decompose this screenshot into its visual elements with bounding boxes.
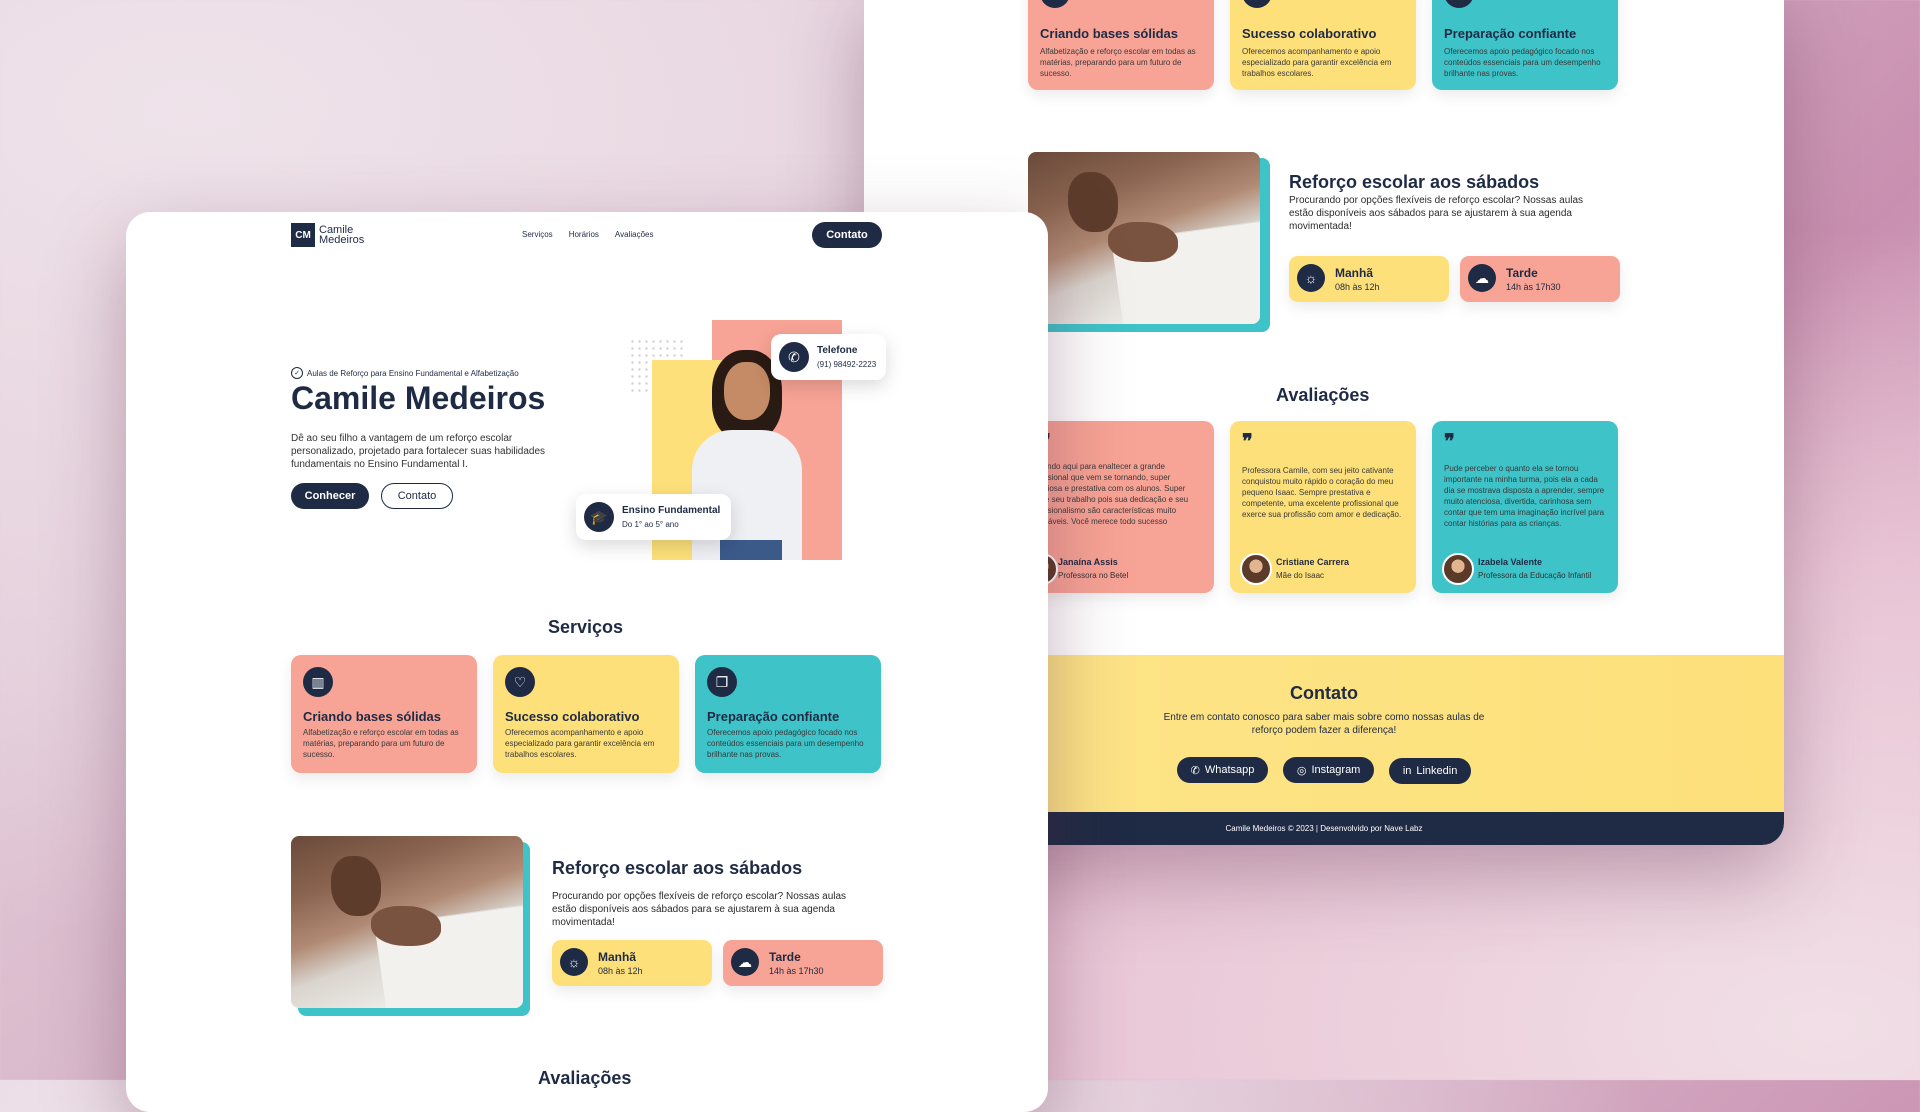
nav-item-avaliacoes[interactable]: Avaliações [615, 230, 654, 239]
service-title: Criando bases sólidas [303, 709, 441, 724]
service-text: Oferecemos apoio pedagógico focado nos c… [1444, 47, 1601, 78]
service-card: ♡ Sucesso colaborativo Oferecemos acompa… [493, 655, 679, 773]
reviewer-name: Cristiane Carrera [1276, 557, 1350, 567]
whatsapp-button[interactable]: ✆ Whatsapp [1176, 757, 1269, 783]
quote-icon: ❞ [1444, 431, 1455, 453]
slot-time: 08h às 12h [1335, 282, 1380, 292]
hero-tagline: Aulas de Reforço para Ensino Fundamental… [307, 368, 519, 378]
copy-icon: ❐ [707, 667, 737, 697]
contact-text: Entre em contato conosco para saber mais… [1163, 712, 1485, 736]
level-value: Do 1° ao 5° ano [622, 520, 679, 529]
slot-afternoon: ☁ Tarde 14h às 17h30 [723, 940, 883, 986]
reviews-title: Avaliações [1276, 385, 1370, 405]
reviews-title: Avaliações [538, 1068, 632, 1088]
hero-tagline-row: ✓ Aulas de Reforço para Ensino Fundament… [291, 367, 519, 379]
phone-card[interactable]: ✆ Telefone (91) 98492-2223 [771, 334, 886, 380]
slot-morning: ☼ Manhã 08h às 12h [552, 940, 712, 986]
reviewer-role: Professora da Educação Infantil [1478, 571, 1592, 580]
phone-label: Telefone [817, 345, 858, 356]
review-text: Professora Camile, com seu jeito cativan… [1242, 466, 1402, 519]
service-card: ❐ Preparação confiante Oferecemos apoio … [695, 655, 881, 773]
service-title: Criando bases sólidas [1040, 26, 1178, 41]
level-label: Ensino Fundamental [622, 505, 721, 516]
conhecer-button[interactable]: Conhecer [291, 483, 369, 509]
linkedin-button[interactable]: in Linkedin [1388, 757, 1472, 784]
service-text: Oferecemos apoio pedagógico focado nos c… [707, 728, 864, 759]
review-card: ❞ ...ssando aqui para enaltecer a grande… [1026, 421, 1214, 593]
sun-icon: ☼ [1297, 264, 1325, 292]
hero-contact-button[interactable]: Contato [381, 483, 453, 509]
nav-item-servicos[interactable]: Serviços [522, 230, 553, 239]
service-text: Oferecemos acompanhamento e apoio especi… [505, 728, 655, 759]
reviewer-role: Mãe do Isaac [1276, 571, 1325, 580]
slot-morning: ☼ Manhã 08h às 12h [1289, 256, 1449, 302]
sun-cloud-icon: ☁ [1468, 264, 1496, 292]
services-title: Serviços [548, 617, 624, 637]
phone-value: (91) 98492-2223 [817, 360, 877, 369]
slot-label: Tarde [1506, 266, 1538, 280]
slot-time: 08h às 12h [598, 966, 643, 976]
service-card: ♡ Sucesso colaborativo Oferecemos acompa… [1230, 0, 1416, 90]
phone-icon: ✆ [779, 342, 809, 372]
review-text: Pude perceber o quanto ela se tornou imp… [1444, 464, 1605, 528]
avatar [1240, 553, 1272, 585]
slot-time: 14h às 17h30 [769, 966, 824, 976]
slot-label: Tarde [769, 950, 801, 964]
service-card: ❐ Preparação confiante Oferecemos apoio … [1432, 0, 1618, 90]
reviewer-name: Janaína Assis [1058, 557, 1118, 567]
heart-handshake-icon: ♡ [505, 667, 535, 697]
review-card: ❞ Professora Camile, com seu jeito cativ… [1230, 421, 1416, 593]
sun-cloud-icon: ☁ [731, 948, 759, 976]
slot-label: Manhã [1335, 266, 1374, 280]
level-card: 🎓 Ensino Fundamental Do 1° ao 5° ano [576, 494, 731, 540]
books-icon: ▥ [1040, 0, 1070, 8]
service-title: Sucesso colaborativo [505, 709, 640, 724]
linkedin-icon: in [1402, 764, 1412, 777]
check-circle-icon: ✓ [291, 367, 303, 379]
service-card: ▥ Criando bases sólidas Alfabetização e … [291, 655, 477, 773]
service-text: Oferecemos acompanhamento e apoio especi… [1242, 47, 1392, 78]
service-text: Alfabetização e reforço escolar em todas… [303, 728, 459, 759]
hero-title: Camile Medeiros [291, 380, 546, 416]
reviewer-name: Izabela Valente [1478, 557, 1543, 567]
logo-name-line2: Medeiros [319, 234, 365, 246]
avatar [1442, 553, 1474, 585]
saturday-text: Procurando por opções flexíveis de refor… [552, 891, 847, 928]
front-page-mockup: CM Camile Medeiros Serviços Horários Ava… [126, 212, 1048, 1112]
service-card: ▥ Criando bases sólidas Alfabetização e … [1028, 0, 1214, 90]
review-text: ...ssando aqui para enaltecer a grande p… [1028, 462, 1189, 526]
sun-icon: ☼ [560, 948, 588, 976]
instagram-button[interactable]: ◎ Instagram [1282, 757, 1375, 783]
quote-icon: ❞ [1242, 431, 1253, 453]
reviewer-role: Professora no Betel [1058, 571, 1129, 580]
service-title: Sucesso colaborativo [1242, 26, 1377, 41]
slot-time: 14h às 17h30 [1506, 282, 1561, 292]
books-icon: ▥ [303, 667, 333, 697]
review-card: ❞ Pude perceber o quanto ela se tornou i… [1432, 421, 1618, 593]
whatsapp-icon: ✆ [1190, 764, 1200, 777]
slot-afternoon: ☁ Tarde 14h às 17h30 [1460, 256, 1620, 302]
logo-mark: CM [291, 223, 315, 247]
student-writing-photo [1028, 152, 1260, 324]
saturday-text: Procurando por opções flexíveis de refor… [1289, 195, 1584, 232]
service-title: Preparação confiante [1444, 26, 1577, 41]
graduation-cap-icon: 🎓 [584, 502, 614, 532]
nav-contact-button[interactable]: Contato [812, 222, 882, 248]
saturday-title: Reforço escolar aos sábados [552, 858, 803, 878]
slot-label: Manhã [598, 950, 637, 964]
instagram-icon: ◎ [1296, 764, 1307, 777]
service-text: Alfabetização e reforço escolar em todas… [1040, 47, 1196, 78]
hero-description: Dê ao seu filho a vantagem de um reforço… [291, 433, 546, 470]
nav-item-horarios[interactable]: Horários [569, 230, 599, 239]
service-title: Preparação confiante [707, 709, 840, 724]
saturday-title: Reforço escolar aos sábados [1289, 172, 1540, 192]
copy-icon: ❐ [1444, 0, 1474, 8]
main-nav: Serviços Horários Avaliações [522, 230, 653, 239]
logo[interactable]: CM Camile Medeiros [291, 222, 364, 248]
heart-handshake-icon: ♡ [1242, 0, 1272, 8]
student-writing-photo [291, 836, 523, 1008]
